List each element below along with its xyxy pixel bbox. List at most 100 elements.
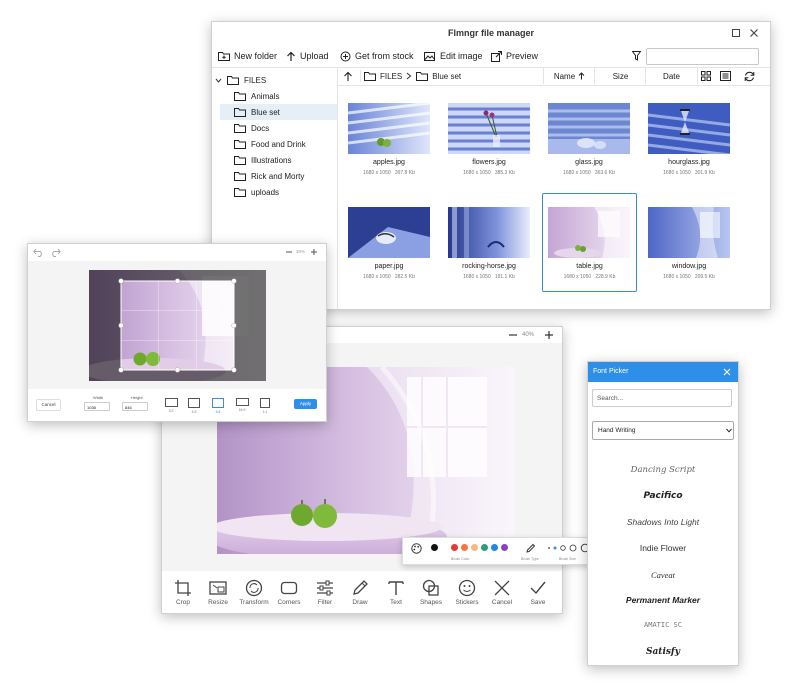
tree-root[interactable]: FILES <box>215 72 266 88</box>
ratio-option[interactable]: 3:2 <box>164 398 178 413</box>
file-tile[interactable]: paper.jpg 1680 x 1050 282.5 Kb <box>343 199 435 295</box>
zoom-in-icon[interactable] <box>310 248 318 256</box>
undo-icon[interactable] <box>33 248 44 257</box>
tree-item-uploads[interactable]: uploads <box>234 184 279 200</box>
preview-button[interactable]: Preview <box>491 49 538 63</box>
close-icon[interactable] <box>748 27 760 39</box>
width-input[interactable]: 1038 <box>84 402 110 411</box>
file-tile-selected[interactable]: table.jpg 1680 x 1050 228.9 Kb <box>542 193 637 292</box>
chevron-down-icon <box>726 428 732 433</box>
font-option[interactable]: Dancing Script <box>588 465 738 475</box>
refresh-icon[interactable] <box>744 71 755 82</box>
sort-name-label: Name <box>553 71 576 81</box>
arrow-up-icon <box>578 72 585 80</box>
font-search-input[interactable]: Search... <box>592 389 732 407</box>
window-title: Flmngr file manager <box>447 28 535 38</box>
apply-button[interactable]: Apply <box>294 399 317 409</box>
file-tile[interactable]: window.jpg 1680 x 1050 209.5 Kb <box>643 199 735 295</box>
font-option[interactable]: Indie Flower <box>588 543 738 553</box>
font-option[interactable]: Pacifico <box>588 491 738 501</box>
file-tile[interactable]: hourglass.jpg 1680 x 1050 301.9 Kb <box>643 95 735 191</box>
font-category-select[interactable]: Hand Writing <box>592 421 734 440</box>
color-swatch[interactable] <box>501 544 508 551</box>
file-tile[interactable]: apples.jpg 1680 x 1050 397.8 Kb <box>343 95 435 191</box>
list-view-icon[interactable] <box>720 71 731 81</box>
new-folder-button[interactable]: New folder <box>218 49 277 63</box>
edit-image-button[interactable]: Edit image <box>424 49 483 63</box>
ratio-3-2-icon <box>164 398 178 407</box>
tool-label: Filter <box>317 599 333 606</box>
grid-view-icon[interactable] <box>701 71 711 81</box>
zoom-in-icon[interactable] <box>544 330 554 340</box>
zoom-level: 40% <box>522 332 535 338</box>
file-tile[interactable]: glass.jpg 1680 x 1050 363.6 Kb <box>543 95 635 191</box>
draw-tool[interactable]: Draw <box>342 573 378 613</box>
palette-icon[interactable] <box>411 543 422 554</box>
font-option[interactable]: Satisfy <box>588 647 738 657</box>
filter-tool[interactable]: Filter <box>307 573 343 613</box>
tree-item-rick-and-morty[interactable]: Rick and Morty <box>234 168 304 184</box>
get-from-stock-button[interactable]: Get from stock <box>340 49 414 63</box>
resize-tool[interactable]: Resize <box>200 573 236 613</box>
height-input[interactable]: 846 <box>122 402 148 411</box>
font-option[interactable]: Caveat <box>588 570 738 580</box>
color-swatch[interactable] <box>491 544 498 551</box>
breadcrumb-root[interactable]: FILES <box>380 72 402 81</box>
tree-item-animals[interactable]: Animals <box>234 88 279 104</box>
text-tool[interactable]: Text <box>378 573 414 613</box>
close-icon[interactable] <box>723 368 731 376</box>
ratio-option[interactable]: 1:1 <box>258 398 272 414</box>
crop-tool[interactable]: Crop <box>165 573 201 613</box>
ratio-option[interactable]: 16:9 <box>235 398 249 412</box>
file-tile[interactable]: rocking-horse.jpg 1680 x 1050 191.1 Kb <box>443 199 535 295</box>
zoom-out-icon[interactable] <box>508 330 518 340</box>
font-option[interactable]: Shadows Into Light <box>588 517 738 527</box>
redo-icon[interactable] <box>50 248 61 257</box>
font-category-value: Hand Writing <box>598 427 636 434</box>
ratio-option-selected[interactable]: 5:4 <box>211 398 225 414</box>
search-input[interactable] <box>646 48 759 65</box>
maximize-icon[interactable] <box>730 27 742 39</box>
shapes-tool[interactable]: Shapes <box>413 573 449 613</box>
folder-icon <box>227 75 239 85</box>
transform-tool[interactable]: Transform <box>236 573 272 613</box>
stickers-tool[interactable]: Stickers <box>449 573 485 613</box>
zoom-out-icon[interactable] <box>285 248 293 256</box>
color-swatch[interactable] <box>431 544 438 551</box>
font-option[interactable]: Amatic SC <box>588 621 738 629</box>
tree-item-docs[interactable]: Docs <box>234 120 269 136</box>
corners-tool[interactable]: Corners <box>271 573 307 613</box>
cancel-button[interactable]: Cancel <box>484 573 520 613</box>
sort-size[interactable]: Size <box>594 68 646 84</box>
save-button[interactable]: Save <box>520 573 556 613</box>
file-tile[interactable]: flowers.jpg 1680 x 1050 385.3 Kb <box>443 95 535 191</box>
pencil-icon[interactable] <box>526 543 536 553</box>
font-option[interactable]: Permanent Marker <box>588 595 738 605</box>
breadcrumb-current[interactable]: Blue set <box>432 72 461 81</box>
arrow-up-icon[interactable] <box>343 71 353 82</box>
color-swatch[interactable] <box>471 544 478 551</box>
file-thumbnail <box>648 207 730 258</box>
file-meta: 1680 x 1050 397.8 Kb <box>363 170 415 176</box>
ratio-label: 4:3 <box>191 409 197 414</box>
sort-name[interactable]: Name <box>543 68 595 84</box>
filter-icon[interactable] <box>632 51 641 61</box>
crop-canvas[interactable] <box>28 261 326 389</box>
crop-cancel-button[interactable]: Cancel <box>36 399 61 411</box>
resize-icon <box>209 581 227 595</box>
color-swatch[interactable] <box>461 544 468 551</box>
color-swatch[interactable] <box>451 544 458 551</box>
ratio-5-4-icon <box>212 398 224 408</box>
new-folder-icon <box>218 51 230 61</box>
tree-item-food-and-drink[interactable]: Food and Drink <box>234 136 306 152</box>
corners-icon <box>280 581 298 595</box>
ratio-option[interactable]: 4:3 <box>187 398 201 414</box>
file-meta: 1680 x 1050 282.5 Kb <box>363 274 415 280</box>
tree-item-illustrations[interactable]: Illustrations <box>234 152 291 168</box>
folder-icon <box>234 139 246 149</box>
tree-item-blue-set[interactable]: Blue set <box>220 104 337 120</box>
tree-item-label: Rick and Morty <box>251 171 305 181</box>
sort-date[interactable]: Date <box>645 68 698 84</box>
color-swatch[interactable] <box>481 544 488 551</box>
upload-button[interactable]: Upload <box>286 49 329 63</box>
